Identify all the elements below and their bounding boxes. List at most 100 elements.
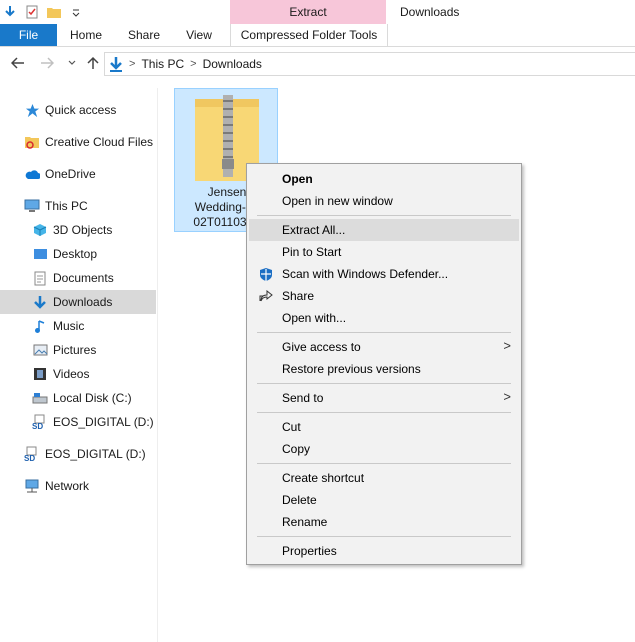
windows-defender-shield-icon: [258, 266, 274, 282]
pictures-icon: [32, 342, 48, 358]
nav-label: Quick access: [45, 103, 117, 117]
local-disk-icon: [32, 390, 48, 406]
sd-card-icon: SD: [32, 414, 48, 430]
nav-item-eos-digital-sub[interactable]: SD EOS_DIGITAL (D:): [32, 411, 154, 433]
computer-icon: [24, 198, 40, 214]
nav-label: Local Disk (C:): [53, 391, 132, 405]
share-icon: [258, 288, 274, 304]
window-title: Downloads: [400, 5, 460, 19]
back-arrow-icon[interactable]: [9, 54, 27, 72]
nav-item-local-disk[interactable]: Local Disk (C:): [32, 387, 132, 409]
tab-view[interactable]: View: [173, 24, 225, 46]
menu-label: Scan with Windows Defender...: [282, 267, 449, 281]
menu-item-copy[interactable]: Copy: [249, 438, 519, 460]
nav-item-quick-access[interactable]: Quick access: [24, 99, 116, 121]
desktop-icon: [32, 246, 48, 262]
extract-context-tab-header: Extract: [230, 0, 386, 24]
menu-item-open-with[interactable]: Open with...: [249, 307, 519, 329]
nav-item-music[interactable]: Music: [32, 315, 84, 337]
music-note-icon: [32, 318, 48, 334]
menu-item-create-shortcut[interactable]: Create shortcut: [249, 467, 519, 489]
onedrive-cloud-icon: [24, 166, 40, 182]
nav-item-network[interactable]: Network: [24, 475, 89, 497]
menu-item-open[interactable]: Open: [249, 168, 519, 190]
new-folder-icon[interactable]: [46, 4, 62, 20]
up-arrow-icon[interactable]: [84, 54, 102, 72]
ribbon-tabs: File Home Share View Compressed Folder T…: [0, 24, 635, 47]
menu-item-scan-defender[interactable]: Scan with Windows Defender...: [249, 263, 519, 285]
nav-label: Pictures: [53, 343, 97, 357]
nav-item-downloads[interactable]: Downloads: [32, 291, 112, 313]
menu-label: Send to: [282, 391, 324, 405]
menu-label: Give access to: [282, 340, 361, 354]
submenu-arrow-icon: >: [503, 389, 511, 404]
properties-checklist-icon[interactable]: [24, 4, 40, 20]
nav-item-pictures[interactable]: Pictures: [32, 339, 96, 361]
menu-label: Extract All...: [282, 223, 346, 237]
nav-label: EOS_DIGITAL (D:): [53, 415, 154, 429]
menu-label: Create shortcut: [282, 471, 365, 485]
menu-item-delete[interactable]: Delete: [249, 489, 519, 511]
menu-item-open-new-window[interactable]: Open in new window: [249, 190, 519, 212]
menu-separator: [257, 412, 511, 413]
nav-label: This PC: [45, 199, 88, 213]
tab-home[interactable]: Home: [57, 24, 115, 46]
tab-share[interactable]: Share: [115, 24, 173, 46]
nav-item-eos-digital[interactable]: SD EOS_DIGITAL (D:): [24, 443, 146, 465]
tab-compressed-folder-tools[interactable]: Compressed Folder Tools: [230, 24, 388, 46]
nav-label: Desktop: [53, 247, 98, 261]
nav-item-onedrive[interactable]: OneDrive: [24, 163, 96, 185]
nav-item-creative-cloud[interactable]: Creative Cloud Files: [24, 131, 153, 153]
breadcrumb-separator: >: [190, 58, 197, 70]
menu-separator: [257, 536, 511, 537]
3d-objects-icon: [32, 222, 48, 238]
downloads-arrow-icon: [109, 56, 123, 72]
menu-item-properties[interactable]: Properties: [249, 540, 519, 562]
menu-label: Share: [282, 289, 315, 303]
breadcrumb-downloads[interactable]: Downloads: [203, 57, 262, 71]
breadcrumb-separator: >: [129, 58, 136, 70]
film-strip-icon: [32, 366, 48, 382]
menu-separator: [257, 215, 511, 216]
nav-item-documents[interactable]: Documents: [32, 267, 114, 289]
submenu-arrow-icon: >: [503, 338, 511, 353]
menu-item-extract-all[interactable]: Extract All...: [249, 219, 519, 241]
menu-separator: [257, 383, 511, 384]
nav-label: EOS_DIGITAL (D:): [45, 447, 146, 461]
nav-label: Music: [53, 319, 85, 333]
menu-item-restore-previous[interactable]: Restore previous versions: [249, 358, 519, 380]
creative-cloud-folder-icon: [24, 134, 40, 150]
download-arrow-icon[interactable]: [2, 4, 18, 20]
menu-item-pin-to-start[interactable]: Pin to Start: [249, 241, 519, 263]
customize-qat-icon[interactable]: [68, 4, 84, 20]
nav-label: Downloads: [53, 295, 113, 309]
address-bar[interactable]: > This PC > Downloads: [104, 52, 635, 76]
nav-label: 3D Objects: [53, 223, 113, 237]
breadcrumb-this-pc[interactable]: This PC: [141, 57, 184, 71]
menu-label: Restore previous versions: [282, 362, 421, 376]
menu-label: Properties: [282, 544, 337, 558]
nav-item-desktop[interactable]: Desktop: [32, 243, 97, 265]
menu-item-rename[interactable]: Rename: [249, 511, 519, 533]
nav-item-videos[interactable]: Videos: [32, 363, 89, 385]
quick-access-toolbar: [0, 0, 84, 24]
nav-label: Network: [45, 479, 90, 493]
nav-item-this-pc[interactable]: This PC: [24, 195, 88, 217]
menu-separator: [257, 332, 511, 333]
sd-card-icon: SD: [24, 446, 40, 462]
menu-label: Open in new window: [282, 194, 393, 208]
forward-arrow-icon[interactable]: [38, 54, 56, 72]
nav-label: Videos: [53, 367, 90, 381]
nav-label: Documents: [53, 271, 114, 285]
menu-item-give-access[interactable]: Give access to >: [249, 336, 519, 358]
menu-item-send-to[interactable]: Send to >: [249, 387, 519, 409]
nav-item-3d-objects[interactable]: 3D Objects: [32, 219, 112, 241]
recent-locations-chevron-icon[interactable]: [63, 54, 81, 72]
menu-item-share[interactable]: Share: [249, 285, 519, 307]
menu-label: Open: [282, 172, 313, 186]
network-icon: [24, 478, 40, 494]
tab-file[interactable]: File: [0, 24, 57, 46]
menu-label: Copy: [282, 442, 311, 456]
menu-separator: [257, 463, 511, 464]
menu-item-cut[interactable]: Cut: [249, 416, 519, 438]
